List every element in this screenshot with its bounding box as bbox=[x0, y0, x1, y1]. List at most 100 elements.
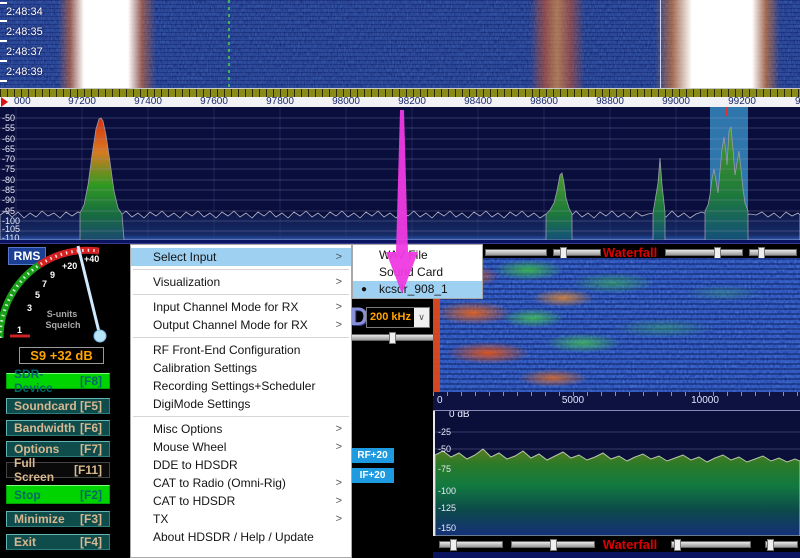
menu-item-calibration[interactable]: Calibration Settings bbox=[131, 359, 351, 377]
menu-item-input-channel-mode[interactable]: Input Channel Mode for RX> bbox=[131, 298, 351, 316]
radio-bullet-icon: ● bbox=[361, 281, 367, 298]
slider[interactable] bbox=[511, 541, 595, 548]
db-label: -55 bbox=[2, 123, 15, 133]
menu-item-cat-to-radio[interactable]: CAT to Radio (Omni-Rig)> bbox=[131, 474, 351, 492]
chevron-down-icon[interactable]: ∨ bbox=[414, 308, 429, 327]
exit-button[interactable]: Exit[F4] bbox=[6, 534, 110, 550]
rf-gain-button[interactable]: RF+20 bbox=[351, 448, 394, 463]
menu-item-output-channel-mode[interactable]: Output Channel Mode for RX> bbox=[131, 316, 351, 334]
rf-frequency-scale[interactable]: 0 5000 10000 bbox=[433, 392, 800, 411]
options-button[interactable]: Options[F7] bbox=[6, 441, 110, 457]
fullscreen-button[interactable]: Full Screen[F11] bbox=[6, 462, 110, 478]
waterfall-bottom-controls: Waterfall bbox=[433, 537, 800, 552]
slider-handle[interactable] bbox=[767, 539, 774, 551]
menu-item-visualization[interactable]: Visualization> bbox=[131, 273, 351, 291]
rf-waterfall-display[interactable] bbox=[433, 258, 800, 392]
smeter-panel: RMS 1 3 5 7 9 +20 +40 S-units Squelch S9… bbox=[0, 244, 130, 558]
slider[interactable] bbox=[765, 541, 798, 548]
timestamp: 2:48:34 bbox=[6, 6, 43, 18]
menu-item-select-input[interactable]: Select Input> bbox=[131, 248, 351, 266]
submenu-arrow-icon: > bbox=[336, 316, 342, 334]
menu-item-mouse-wheel[interactable]: Mouse Wheel> bbox=[131, 438, 351, 456]
bandwidth-value: 200 kHz bbox=[367, 308, 414, 327]
submenu-arrow-icon: > bbox=[336, 273, 342, 291]
waterfall-section-label: Waterfall bbox=[603, 537, 657, 552]
menu-item-about[interactable]: About HDSDR / Help / Update bbox=[131, 528, 351, 546]
db-label: -75 bbox=[2, 164, 15, 174]
slider-handle[interactable] bbox=[674, 539, 681, 551]
menu-item-dde[interactable]: DDE to HDSDR bbox=[131, 456, 351, 474]
db-label: -65 bbox=[2, 144, 15, 154]
menu-item-tx[interactable]: TX> bbox=[131, 510, 351, 528]
scale-1: 1 bbox=[17, 325, 22, 335]
menu-item-cat-to-hdsdr[interactable]: CAT to HDSDR> bbox=[131, 492, 351, 510]
menu-item-misc-options[interactable]: Misc Options> bbox=[131, 420, 351, 438]
waterfall-signal-blobs bbox=[433, 258, 800, 392]
freq-label: 97800 bbox=[266, 96, 294, 107]
db-label: -60 bbox=[2, 134, 15, 144]
time-tick bbox=[0, 60, 7, 62]
time-tick bbox=[0, 20, 7, 22]
submenu-arrow-icon: > bbox=[336, 492, 342, 510]
sdr-device-button[interactable]: SDR-Device[F8] bbox=[6, 373, 110, 389]
rf-db-label: -75 bbox=[438, 464, 451, 474]
scale-3: 3 bbox=[27, 303, 32, 313]
freq-label: 000 bbox=[14, 96, 31, 107]
slider[interactable] bbox=[553, 249, 601, 256]
stop-button[interactable]: Stop[F2] bbox=[6, 485, 110, 504]
rf-db-label: -50 bbox=[438, 444, 451, 454]
scale-40: +40 bbox=[84, 254, 99, 264]
slider-handle[interactable] bbox=[550, 539, 557, 551]
bandwidth-button[interactable]: Bandwidth[F6] bbox=[6, 420, 110, 436]
menu-item-recording[interactable]: Recording Settings+Scheduler bbox=[131, 377, 351, 395]
freq-label: 97200 bbox=[68, 96, 96, 107]
soundcard-button[interactable]: Soundcard[F5] bbox=[6, 398, 110, 414]
scale-9: 9 bbox=[50, 270, 55, 280]
slider[interactable] bbox=[665, 249, 743, 256]
freq-label: 97400 bbox=[134, 96, 162, 107]
slider[interactable] bbox=[439, 541, 503, 548]
slider[interactable] bbox=[485, 249, 547, 256]
tune-marker-icon bbox=[1, 97, 8, 107]
minimize-button[interactable]: Minimize[F3] bbox=[6, 511, 110, 527]
timestamp: 2:48:37 bbox=[6, 46, 43, 58]
slider[interactable] bbox=[749, 249, 797, 256]
submenu-arrow-icon: > bbox=[336, 510, 342, 528]
freq-label: 98000 bbox=[332, 96, 360, 107]
slider-handle[interactable] bbox=[450, 539, 457, 551]
menu-item-rf-frontend[interactable]: RF Front-End Configuration bbox=[131, 341, 351, 359]
time-tick bbox=[0, 40, 7, 42]
menu-separator bbox=[133, 337, 349, 338]
waterfall-marker-line-white bbox=[660, 0, 661, 88]
slider-handle[interactable] bbox=[389, 332, 396, 344]
time-tick bbox=[0, 2, 7, 4]
scale-20: +20 bbox=[62, 261, 77, 271]
freq-label: 97600 bbox=[200, 96, 228, 107]
top-waterfall-display[interactable]: 2:48:34 2:48:35 2:48:37 2:48:39 bbox=[0, 0, 800, 88]
submenu-arrow-icon: > bbox=[336, 438, 342, 456]
rf-db-label: -100 bbox=[438, 486, 456, 496]
db-label: -85 bbox=[2, 185, 15, 195]
bandwidth-select[interactable]: 200 kHz ∨ bbox=[366, 307, 430, 328]
rf-db-label: -150 bbox=[438, 523, 456, 533]
s-units-label: S-units bbox=[47, 309, 78, 319]
submenu-arrow-icon: > bbox=[336, 298, 342, 316]
freq-label: 98800 bbox=[596, 96, 624, 107]
squelch-label: Squelch bbox=[45, 320, 80, 330]
rf-panel: Waterfall 0 5000 10000 bbox=[433, 244, 800, 558]
freq-label-edge: 9 bbox=[795, 96, 800, 107]
menu-item-digimode[interactable]: DigiMode Settings bbox=[131, 395, 351, 413]
rf-freq-label: 10000 bbox=[691, 395, 719, 406]
signal-spike-98950 bbox=[653, 158, 665, 240]
rf-spectrum-display[interactable]: 0 dB -25 -50 -75 -100 -125 -150 bbox=[433, 411, 800, 536]
menu-separator bbox=[133, 269, 349, 270]
slider[interactable] bbox=[671, 541, 751, 548]
freq-label: 98400 bbox=[464, 96, 492, 107]
time-tick bbox=[0, 80, 7, 82]
timestamp: 2:48:35 bbox=[6, 26, 43, 38]
db-label: -70 bbox=[2, 154, 15, 164]
timestamp: 2:48:39 bbox=[6, 66, 43, 78]
bandwidth-slider[interactable] bbox=[350, 334, 434, 341]
if-gain-button[interactable]: IF+20 bbox=[351, 468, 394, 483]
rf-spectrum-plot bbox=[435, 411, 800, 536]
